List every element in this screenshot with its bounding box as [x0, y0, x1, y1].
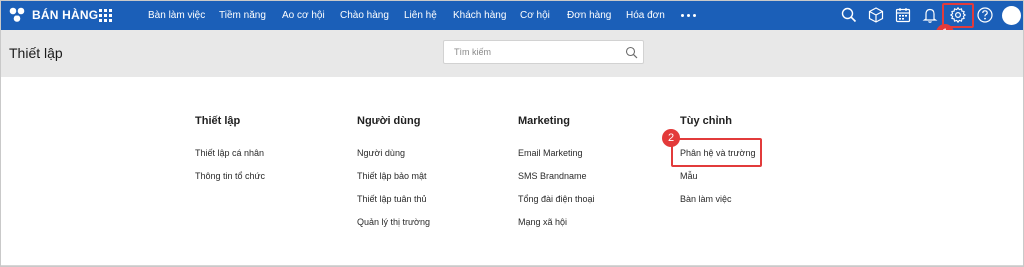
search-box[interactable]: [443, 40, 644, 64]
column-title-nguoi-dung: Người dùng: [357, 115, 421, 127]
link-quan-ly-thi-truong[interactable]: Quản lý thị trường: [357, 217, 430, 227]
nav-item-ban-lam-viec[interactable]: Bàn làm việc: [148, 1, 205, 30]
brand-logo[interactable]: BÁN HÀNG: [8, 6, 98, 24]
nav-item-khach-hang[interactable]: Khách hàng: [453, 1, 506, 30]
divider: [1, 265, 1023, 266]
link-sms-brandname[interactable]: SMS Brandname: [518, 171, 587, 181]
help-icon[interactable]: [976, 6, 994, 24]
more-menu-icon[interactable]: [681, 14, 696, 17]
link-thiet-lap-tuan-thu[interactable]: Thiết lập tuân thủ: [357, 194, 427, 204]
link-thong-tin-to-chuc[interactable]: Thông tin tổ chức: [195, 171, 265, 181]
settings-column: Thiết lập: [195, 115, 240, 127]
page-title: Thiết lập: [9, 45, 63, 61]
box-icon[interactable]: [867, 6, 885, 24]
nav-item-don-hang[interactable]: Đơn hàng: [567, 1, 611, 30]
search-icon[interactable]: [840, 6, 858, 24]
brand-name: BÁN HÀNG: [32, 8, 99, 22]
link-email-marketing[interactable]: Email Marketing: [518, 148, 583, 158]
nav-item-lien-he[interactable]: Liên hệ: [404, 1, 437, 30]
app-grid-icon[interactable]: [99, 9, 112, 22]
link-phan-he-va-truong[interactable]: Phân hệ và trường: [680, 148, 755, 158]
nav-item-ao-co-hoi[interactable]: Ao cơ hội: [282, 1, 325, 30]
top-navigation-bar: BÁN HÀNG Bàn làm việc Tiềm năng Ao cơ hộ…: [1, 1, 1023, 30]
link-mang-xa-hoi[interactable]: Mạng xã hội: [518, 217, 567, 227]
bell-icon[interactable]: [921, 6, 939, 24]
link-ban-lam-viec[interactable]: Bàn làm việc: [680, 194, 732, 204]
app-window: BÁN HÀNG Bàn làm việc Tiềm năng Ao cơ hộ…: [0, 0, 1024, 267]
search-icon[interactable]: [625, 46, 638, 59]
column-title-thiet-lap: Thiết lập: [195, 115, 241, 127]
step-badge-2: 2: [662, 129, 680, 147]
nav-item-hoa-don[interactable]: Hóa đơn: [626, 1, 665, 30]
search-input[interactable]: [454, 45, 624, 59]
nav-item-chao-hang[interactable]: Chào hàng: [340, 1, 389, 30]
brand-icon: [9, 7, 25, 22]
customize-column: Tùy chỉnh: [680, 115, 732, 127]
avatar[interactable]: [1002, 6, 1021, 25]
column-title-tuy-chinh: Tùy chỉnh: [680, 115, 732, 127]
nav-item-tiem-nang[interactable]: Tiềm năng: [219, 1, 266, 30]
calendar-icon[interactable]: [894, 6, 912, 24]
link-tong-dai-dien-thoai[interactable]: Tổng đài điện thoại: [518, 194, 595, 204]
nav-item-co-hoi[interactable]: Cơ hội: [520, 1, 550, 30]
link-thiet-lap-ca-nhan[interactable]: Thiết lập cá nhân: [195, 148, 264, 158]
users-column: Người dùng: [357, 115, 420, 127]
column-title-marketing: Marketing: [518, 115, 570, 127]
link-nguoi-dung[interactable]: Người dùng: [357, 148, 405, 158]
link-thiet-lap-bao-mat[interactable]: Thiết lập bảo mật: [357, 171, 427, 181]
link-mau[interactable]: Mẫu: [680, 171, 698, 181]
marketing-column: Marketing: [518, 115, 570, 127]
page-header: Thiết lập: [1, 30, 1023, 77]
